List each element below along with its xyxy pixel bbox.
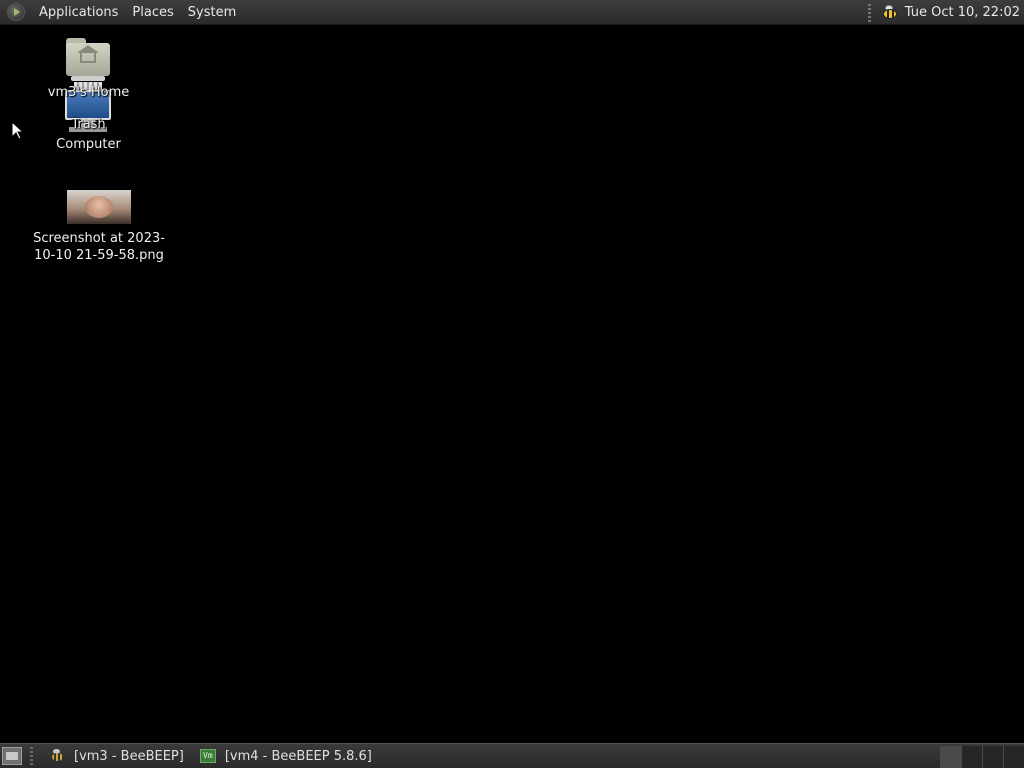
workspace-1[interactable] (940, 746, 961, 768)
workspace-4[interactable] (1003, 746, 1024, 768)
image-thumbnail-icon[interactable] (67, 190, 131, 224)
workspace-2[interactable] (961, 746, 982, 768)
taskbar-item-label: [vm4 - BeeBEEP 5.8.6] (224, 748, 372, 764)
system-menu[interactable]: System (181, 0, 243, 25)
taskbar-item-vm3-beebeep[interactable]: [vm3 - BeeBEEP] (43, 745, 190, 767)
taskbar-item-vm4-beebeep[interactable]: Vm [vm4 - BeeBEEP 5.8.6] (194, 745, 378, 767)
beebeep-tray-icon[interactable] (879, 4, 899, 21)
menu-logo-icon[interactable] (7, 3, 25, 21)
places-menu[interactable]: Places (125, 0, 180, 25)
home-folder-icon[interactable] (66, 38, 110, 76)
bottom-panel: [vm3 - BeeBEEP] Vm [vm4 - BeeBEEP 5.8.6] (0, 743, 1024, 768)
workspace-3[interactable] (982, 746, 1003, 768)
top-panel: Applications Places System Tue Oct 10, 2… (0, 0, 1024, 25)
panel-handle[interactable] (867, 3, 871, 22)
computer-label[interactable]: Computer (40, 137, 137, 152)
top-panel-tray: Tue Oct 10, 22:02 (867, 0, 1020, 25)
show-desktop-icon[interactable] (2, 747, 22, 765)
home-folder-label[interactable]: vm3's Home (40, 85, 137, 100)
workspace-switcher (940, 746, 1024, 768)
screenshot-file-label[interactable]: Screenshot at 2023-10-10 21-59-58.png (28, 230, 170, 264)
panel-handle[interactable] (30, 747, 33, 765)
taskbar-item-label: [vm3 - BeeBEEP] (74, 748, 184, 764)
beebeep-icon (49, 749, 65, 763)
trash-label[interactable]: Trash (40, 117, 137, 132)
applications-menu[interactable]: Applications (32, 0, 125, 25)
vm-icon: Vm (199, 749, 216, 763)
clock[interactable]: Tue Oct 10, 22:02 (905, 5, 1020, 20)
